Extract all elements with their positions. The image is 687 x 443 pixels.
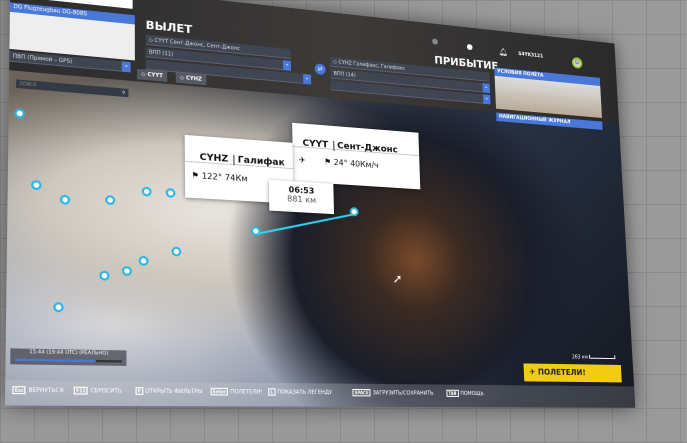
airport-marker[interactable]	[14, 108, 25, 119]
key-badge: TAB	[446, 389, 459, 397]
scale-bar	[589, 354, 616, 360]
map-scale: 263 км	[572, 354, 616, 361]
chevron-down-icon[interactable]: ⌄	[282, 60, 292, 71]
chip-cyhz[interactable]: ◇ CYHZ	[175, 72, 207, 86]
key-label: ЗАГРУЗИТЬ/СОХРАНИТЬ	[372, 390, 434, 397]
cursor-icon: ➚	[392, 271, 403, 287]
arr-code: CYHZ	[199, 152, 229, 165]
key-badge: F12	[73, 386, 88, 395]
username: S4YK3121	[518, 51, 544, 60]
arr-city: Галифак	[233, 154, 285, 169]
arrival-runway: ВПП (14)	[333, 70, 356, 79]
footer-key-5[interactable]: SPACE ЗАГРУЗИТЬ/СОХРАНИТЬ	[352, 388, 434, 397]
chevron-down-icon[interactable]: ⌄	[303, 73, 312, 85]
airport-marker[interactable]	[165, 187, 176, 198]
key-badge: SPACE	[352, 388, 371, 397]
footer-key-2[interactable]: F ОТКРЫТЬ ФИЛЬТРЫ	[135, 387, 203, 396]
time-bar[interactable]	[15, 358, 122, 363]
route-type: ПВП (Прямой – GPS)	[12, 53, 73, 66]
airport-marker[interactable]	[53, 302, 64, 313]
world-map-panel: ⌂ КАРТА МИРА DG Flugzeugbau DG-808S ВЫЛЕ…	[4, 0, 636, 408]
notifications-icon[interactable]: 🔔︎	[499, 47, 508, 56]
leg-info: 06:53 881 км	[268, 179, 335, 215]
friends-icon[interactable]: ●	[432, 37, 439, 46]
fly-button[interactable]: ✈︎ ПОЛЕТЕЛИ!	[523, 363, 622, 383]
key-label: ОТКРЫТЬ ФИЛЬТРЫ	[145, 388, 203, 396]
dep-wind: 24° 40Км/ч	[333, 157, 379, 170]
footer-key-4[interactable]: L ПОКАЗАТЬ ЛЕГЕНДУ	[268, 388, 333, 397]
time-label: 15:44 (19:44 UTC) (РЕАЛЬНО)	[29, 349, 109, 357]
key-badge: L	[268, 388, 276, 396]
scale-label: 263 км	[571, 354, 588, 361]
key-badge: Enter	[210, 387, 229, 396]
search-icon[interactable]: ⚲	[122, 89, 125, 94]
airport-marker[interactable]	[121, 265, 132, 277]
windsock-icon: ⚑	[191, 170, 200, 181]
fly-label: ПОЛЕТЕЛИ!	[537, 367, 586, 378]
route-line	[257, 213, 354, 235]
search-placeholder: ПОИСК	[19, 80, 37, 88]
footer-key-1[interactable]: F12 СБРОСИТЬ	[73, 386, 122, 395]
aircraft-card[interactable]: DG Flugzeugbau DG-808S	[9, 2, 135, 61]
key-label: ПОМОЩЬ	[460, 390, 484, 398]
airport-marker[interactable]	[141, 186, 152, 197]
time-slider[interactable]: 15:44 (19:44 UTC) (РЕАЛЬНО)	[10, 348, 127, 366]
departure-runway: ВПП (11)	[148, 49, 174, 58]
arr-wind: 122° 74Км	[201, 171, 248, 184]
key-badge: F	[135, 387, 144, 395]
airport-marker[interactable]	[59, 194, 71, 205]
key-badge: Esc	[12, 386, 27, 395]
flight-conditions-button[interactable]: УСЛОВИЯ ПОЛЁТА	[494, 67, 602, 118]
takeoff-icon: ✈︎	[529, 367, 536, 377]
chevron-down-icon[interactable]: ⌄	[482, 83, 491, 94]
airport-cyhz-marker[interactable]	[250, 226, 261, 236]
airport-marker[interactable]	[171, 246, 182, 257]
footer-key-3[interactable]: Enter ПОЛЕТЕЛИ!	[210, 387, 263, 396]
airport-marker[interactable]	[138, 255, 149, 266]
key-label: ПОЛЕТЕЛИ!	[230, 388, 263, 396]
plane-icon: ✈︎	[298, 155, 306, 165]
windsock-icon: ⚑	[323, 157, 332, 167]
airport-marker[interactable]	[99, 270, 110, 281]
chip-cyyt[interactable]: ◇ CYYT	[137, 68, 168, 82]
key-label: СБРОСИТЬ	[90, 387, 122, 395]
avatar[interactable]: ☺	[571, 56, 583, 69]
time-bar-fill	[15, 358, 96, 363]
chevron-down-icon[interactable]: ⌄	[121, 61, 131, 73]
conditions-label: УСЛОВИЯ ПОЛЁТА	[496, 68, 544, 79]
key-label: ПОКАЗАТЬ ЛЕГЕНДУ	[277, 389, 333, 397]
airport-marker[interactable]	[105, 195, 116, 206]
key-label: ВЕРНУТЬСЯ	[28, 387, 64, 395]
chevron-down-icon[interactable]: ⌄	[482, 94, 491, 105]
footer-key-6[interactable]: TAB ПОМОЩЬ	[446, 389, 484, 398]
dep-code: CYYT	[302, 138, 329, 151]
profile-icon[interactable]: ●	[466, 42, 473, 51]
departure-title: ВЫЛЕТ	[145, 18, 193, 37]
airport-marker[interactable]	[31, 179, 42, 191]
departure-card[interactable]: CYYT Сент-Джонс ✈︎ ⚑ 24° 40Км/ч	[292, 122, 421, 190]
swap-icon[interactable]: ⇄	[314, 63, 326, 76]
footer-key-0[interactable]: Esc ВЕРНУТЬСЯ	[12, 386, 64, 395]
